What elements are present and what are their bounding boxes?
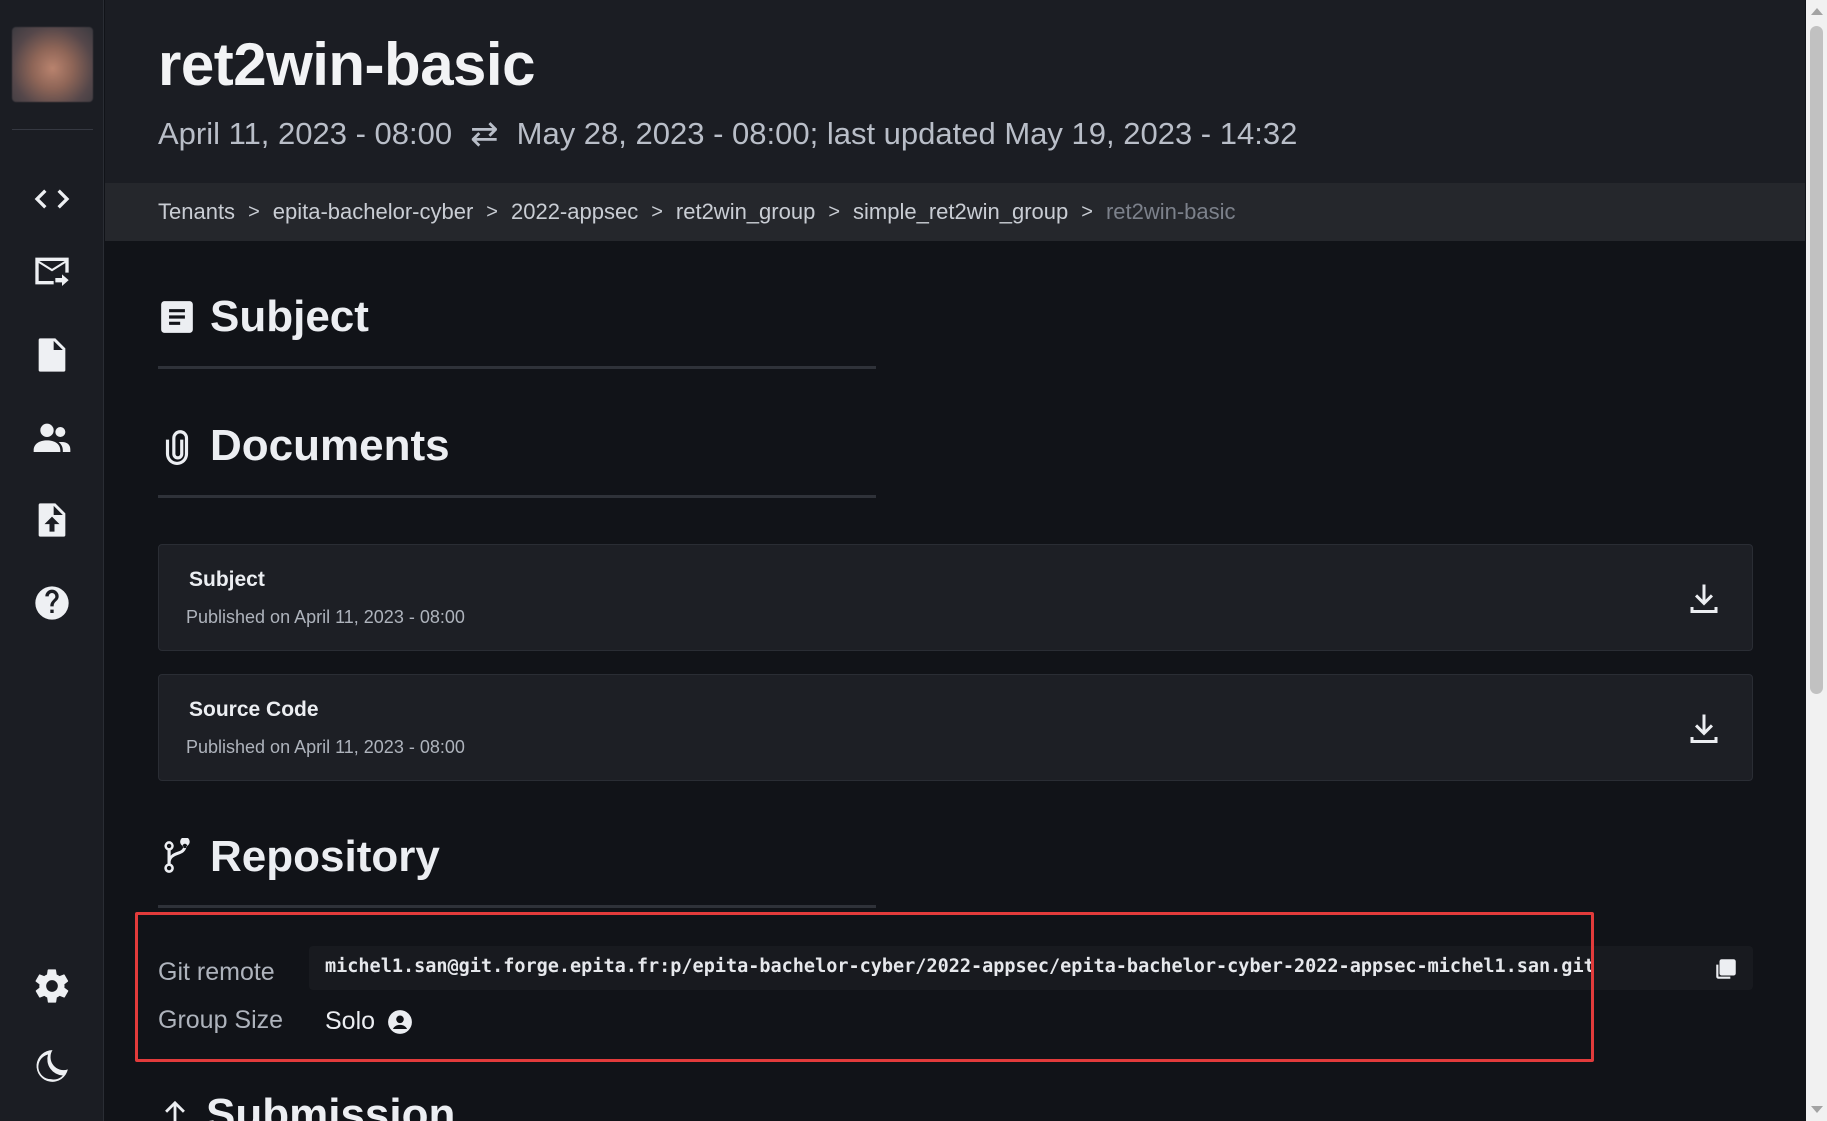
user-circle-icon	[388, 1009, 412, 1034]
file-upload-icon[interactable]	[27, 497, 77, 543]
section-submission-heading: Submission	[158, 1090, 455, 1121]
document-name: Source Code	[189, 698, 319, 721]
sidebar-divider	[12, 129, 93, 130]
breadcrumb-current: ret2win-basic	[1105, 199, 1236, 224]
group-size-value: Solo	[325, 1007, 413, 1036]
document-text-icon	[161, 301, 193, 333]
section-submission-title: Submission	[206, 1090, 456, 1121]
page-title: ret2win-basic	[158, 31, 535, 98]
settings-icon[interactable]	[27, 963, 77, 1009]
chevron-right-icon: >	[828, 200, 841, 223]
git-remote-label: Git remote	[158, 958, 275, 986]
section-documents-heading: Documents	[158, 421, 450, 471]
section-subject-heading: Subject	[158, 292, 369, 342]
git-branch-icon	[164, 838, 190, 873]
upload-arrow-icon	[165, 1100, 185, 1121]
paperclip-icon	[165, 430, 189, 465]
group-size-label: Group Size	[158, 1006, 284, 1034]
document-card[interactable]: Subject Published on April 11, 2023 - 08…	[158, 544, 1753, 651]
breadcrumb-item-course[interactable]: 2022-appsec	[511, 199, 638, 225]
date-range: April 11, 2023 - 08:00 ⇄ May 28, 2023 - …	[158, 114, 1297, 154]
scroll-down-arrow-icon[interactable]	[1811, 1106, 1823, 1113]
help-icon[interactable]	[27, 580, 77, 626]
document-name: Subject	[189, 568, 265, 591]
git-remote-field[interactable]: michel1.san@git.forge.epita.fr:p/epita-b…	[309, 946, 1753, 990]
start-date: April 11, 2023 - 08:00	[158, 116, 453, 151]
page-header: ret2win-basic April 11, 2023 - 08:00 ⇄ M…	[105, 0, 1805, 183]
avatar[interactable]	[12, 27, 93, 102]
code-icon[interactable]	[27, 176, 77, 222]
users-icon[interactable]	[27, 414, 77, 460]
breadcrumb: Tenants > epita-bachelor-cyber > 2022-ap…	[105, 183, 1805, 241]
chevron-right-icon: >	[1081, 200, 1093, 223]
section-repository-heading: Repository	[158, 832, 440, 882]
moon-icon[interactable]	[27, 1043, 77, 1089]
breadcrumb-item-tenant[interactable]: epita-bachelor-cyber	[273, 199, 474, 225]
section-divider	[158, 495, 876, 498]
end-date-info: May 28, 2023 - 08:00; last updated May 1…	[516, 116, 1298, 151]
breadcrumb-item-group[interactable]: ret2win_group	[676, 199, 815, 225]
sidebar	[0, 0, 104, 1121]
breadcrumb-item-tenants[interactable]: Tenants	[158, 199, 235, 225]
document-card[interactable]: Source Code Published on April 11, 2023 …	[158, 674, 1753, 781]
section-divider	[158, 905, 876, 908]
download-button[interactable]	[1686, 579, 1722, 617]
copy-button[interactable]	[1713, 956, 1739, 982]
download-button[interactable]	[1686, 709, 1722, 747]
download-icon	[1690, 714, 1718, 743]
file-icon[interactable]	[27, 332, 77, 378]
document-published-date: Published on April 11, 2023 - 08:00	[186, 607, 465, 627]
group-size-text: Solo	[325, 1007, 376, 1035]
chevron-right-icon: >	[486, 200, 498, 223]
document-published-date: Published on April 11, 2023 - 08:00	[186, 737, 465, 757]
section-documents-title: Documents	[210, 421, 450, 470]
section-subject-title: Subject	[210, 292, 369, 341]
chevron-right-icon: >	[248, 200, 260, 223]
mail-forward-icon[interactable]	[27, 248, 77, 294]
section-divider	[158, 366, 876, 369]
copy-icon	[1716, 959, 1736, 979]
swap-arrows-icon: ⇄	[470, 115, 499, 153]
git-remote-value[interactable]: michel1.san@git.forge.epita.fr:p/epita-b…	[325, 956, 1595, 977]
vertical-scrollbar[interactable]	[1806, 0, 1827, 1121]
chevron-right-icon: >	[651, 200, 663, 223]
scroll-up-arrow-icon[interactable]	[1811, 8, 1823, 15]
scrollbar-thumb[interactable]	[1810, 26, 1823, 694]
download-icon	[1690, 584, 1718, 613]
breadcrumb-item-subgroup[interactable]: simple_ret2win_group	[853, 199, 1068, 225]
section-repository-title: Repository	[210, 832, 440, 881]
